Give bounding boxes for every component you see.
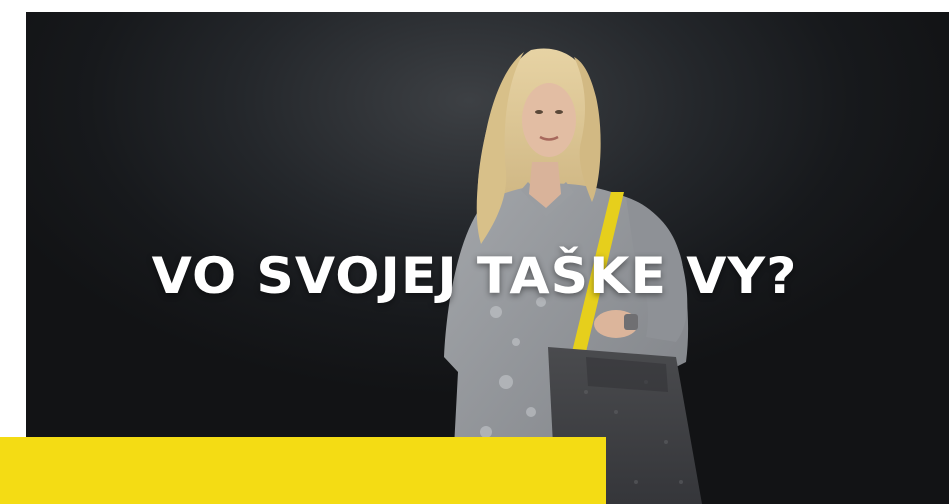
headline-text: VO SVOJEJ TAŠKE VY?	[151, 247, 798, 305]
video-still: VO SVOJEJ TAŠKE VY?	[0, 0, 949, 504]
yellow-accent-band	[0, 437, 606, 504]
face	[522, 83, 576, 157]
